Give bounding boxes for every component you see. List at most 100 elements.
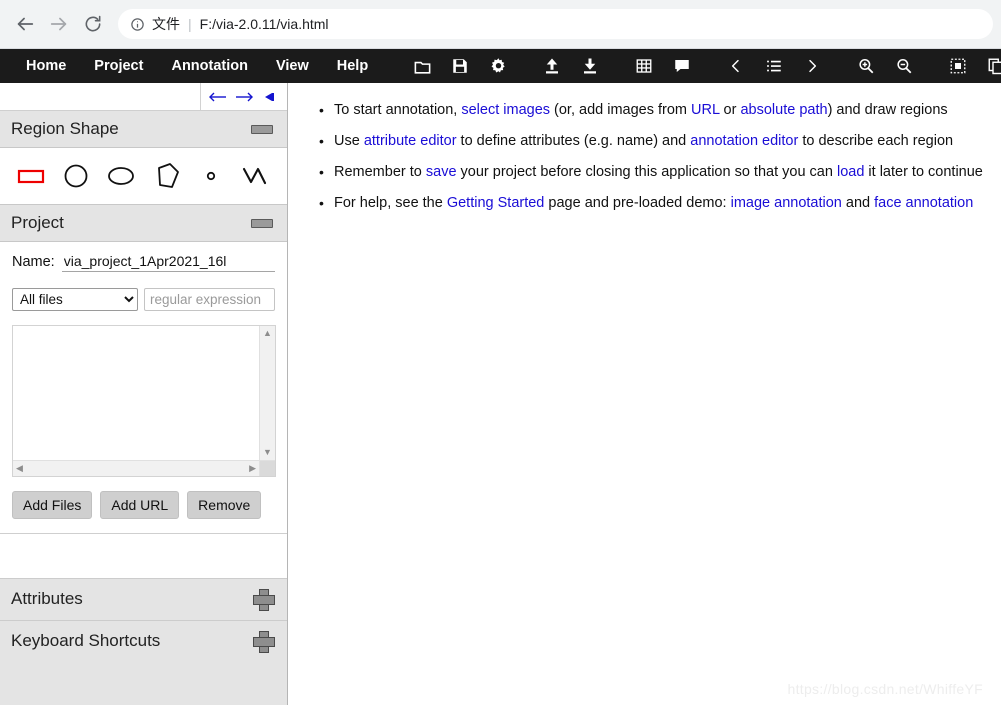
regex-filter-input[interactable]: [144, 288, 275, 311]
import-annotations-icon[interactable]: [538, 52, 566, 80]
browser-toolbar: 文件 | F:/via-2.0.11/via.html: [0, 0, 1001, 49]
tip-item: Remember to save your project before clo…: [319, 157, 1001, 188]
project-name-input[interactable]: [61, 252, 275, 272]
project-panel-header[interactable]: Project: [0, 205, 287, 242]
toolbar-transfer-group: [538, 52, 604, 80]
tip-link[interactable]: Getting Started: [447, 195, 545, 211]
tip-item: To start annotation, select images (or, …: [319, 95, 1001, 126]
project-file-list[interactable]: ▲ ▼ ◀ ▶: [12, 325, 276, 477]
tip-link[interactable]: select images: [461, 102, 550, 118]
nav-collapse-arrow-icon[interactable]: [257, 86, 283, 108]
project-collapse-icon[interactable]: [251, 218, 273, 228]
toolbar-zoom-group: [852, 52, 918, 80]
tip-link[interactable]: save: [426, 164, 457, 180]
tip-item: Use attribute editor to define attribute…: [319, 126, 1001, 157]
project-name-label: Name:: [12, 254, 55, 270]
tip-text: it later to continue: [864, 164, 983, 180]
tip-text: To start annotation,: [334, 102, 462, 118]
file-list-vertical-scrollbar[interactable]: ▲ ▼: [259, 326, 275, 460]
file-list-horizontal-scroll-row: ◀ ▶: [13, 460, 275, 476]
copy-icon[interactable]: [982, 52, 1001, 80]
toolbar-navigation-group: [722, 52, 826, 80]
sidebar-bottom-fill: [0, 661, 287, 705]
scroll-left-arrow-icon[interactable]: ◀: [16, 464, 23, 473]
browser-back-button[interactable]: [8, 7, 42, 41]
tip-text: to describe each region: [798, 133, 954, 149]
left-sidebar: Region Shape Project Name: via_project_1…: [0, 83, 288, 705]
attributes-expand-plus-icon[interactable]: [253, 589, 275, 611]
shape-point-icon[interactable]: [194, 159, 228, 193]
app-body: Region Shape Project Name: via_project_1…: [0, 83, 1001, 705]
menu-home[interactable]: Home: [12, 49, 80, 83]
sidebar-filler: [0, 533, 287, 578]
menu-help[interactable]: Help: [323, 49, 382, 83]
keyboard-shortcuts-expand-plus-icon[interactable]: [253, 631, 275, 653]
tip-link[interactable]: image annotation: [731, 195, 842, 211]
menu-view[interactable]: View: [262, 49, 323, 83]
nav-next-arrow-icon[interactable]: [231, 86, 257, 108]
menu-project[interactable]: Project: [80, 49, 157, 83]
region-shape-collapse-icon[interactable]: [251, 124, 273, 134]
shape-circle-icon[interactable]: [59, 159, 93, 193]
file-list-horizontal-scrollbar[interactable]: ◀ ▶: [13, 460, 259, 476]
site-info-icon[interactable]: [130, 17, 145, 32]
toolbar-file-group: [408, 52, 512, 80]
tip-link[interactable]: attribute editor: [364, 133, 457, 149]
tip-text: to define attributes (e.g. name) and: [456, 133, 691, 149]
tip-text: or: [719, 102, 741, 118]
tip-link[interactable]: face annotation: [874, 195, 973, 211]
file-filter-select[interactable]: All files: [12, 288, 138, 311]
tip-text: your project before closing this applica…: [456, 164, 837, 180]
getting-started-tips: To start annotation, select images (or, …: [288, 95, 1001, 219]
file-filter-row: All files: [12, 288, 275, 311]
open-project-icon[interactable]: [408, 52, 436, 80]
menu-annotation[interactable]: Annotation: [157, 49, 262, 83]
browser-forward-button[interactable]: [42, 7, 76, 41]
zoom-out-icon[interactable]: [890, 52, 918, 80]
add-url-button[interactable]: Add URL: [100, 491, 180, 519]
add-files-button[interactable]: Add Files: [12, 491, 93, 519]
attributes-title: Attributes: [11, 589, 83, 608]
browser-reload-button[interactable]: [76, 7, 110, 41]
shape-polygon-icon[interactable]: [149, 159, 183, 193]
shape-ellipse-icon[interactable]: [104, 159, 138, 193]
address-url-text: F:/via-2.0.11/via.html: [199, 16, 329, 32]
tip-link[interactable]: URL: [691, 102, 719, 118]
settings-gear-icon[interactable]: [484, 52, 512, 80]
file-list-inner: ▲ ▼: [13, 326, 275, 460]
file-list-area[interactable]: [13, 326, 259, 460]
tip-text: ) and draw regions: [827, 102, 948, 118]
address-bar[interactable]: 文件 | F:/via-2.0.11/via.html: [118, 9, 993, 39]
scroll-up-arrow-icon[interactable]: ▲: [263, 329, 272, 338]
export-annotations-icon[interactable]: [576, 52, 604, 80]
save-project-icon[interactable]: [446, 52, 474, 80]
sidebar-section-attributes[interactable]: Attributes: [0, 577, 287, 620]
shape-polyline-icon[interactable]: [239, 159, 273, 193]
region-shape-panel-header[interactable]: Region Shape: [0, 111, 287, 148]
tip-link[interactable]: absolute path: [740, 102, 827, 118]
previous-image-icon[interactable]: [722, 52, 750, 80]
next-image-icon[interactable]: [798, 52, 826, 80]
shape-rectangle-icon[interactable]: [14, 159, 48, 193]
nav-prev-arrow-icon[interactable]: [205, 86, 231, 108]
toolbar-view-group: [630, 52, 696, 80]
sidebar-nav-strip: [0, 83, 287, 111]
address-separator: |: [188, 16, 192, 32]
comment-icon[interactable]: [668, 52, 696, 80]
tip-link[interactable]: load: [837, 164, 864, 180]
tip-text: (or, add images from: [550, 102, 692, 118]
project-action-buttons: Add Files Add URL Remove: [12, 491, 275, 533]
tip-link[interactable]: annotation editor: [690, 133, 798, 149]
region-shape-title: Region Shape: [11, 119, 119, 138]
toolbar-region-group: n x: [944, 52, 1001, 80]
select-region-icon[interactable]: [944, 52, 972, 80]
remove-files-button[interactable]: Remove: [187, 491, 262, 519]
app-menubar: Home Project Annotation View Help: [0, 49, 1001, 83]
sidebar-section-keyboard-shortcuts[interactable]: Keyboard Shortcuts: [0, 619, 287, 662]
scroll-right-arrow-icon[interactable]: ▶: [249, 464, 256, 473]
tip-item: For help, see the Getting Started page a…: [319, 188, 1001, 219]
grid-view-icon[interactable]: [630, 52, 658, 80]
image-list-icon[interactable]: [760, 52, 788, 80]
zoom-in-icon[interactable]: [852, 52, 880, 80]
scroll-down-arrow-icon[interactable]: ▼: [263, 448, 272, 457]
